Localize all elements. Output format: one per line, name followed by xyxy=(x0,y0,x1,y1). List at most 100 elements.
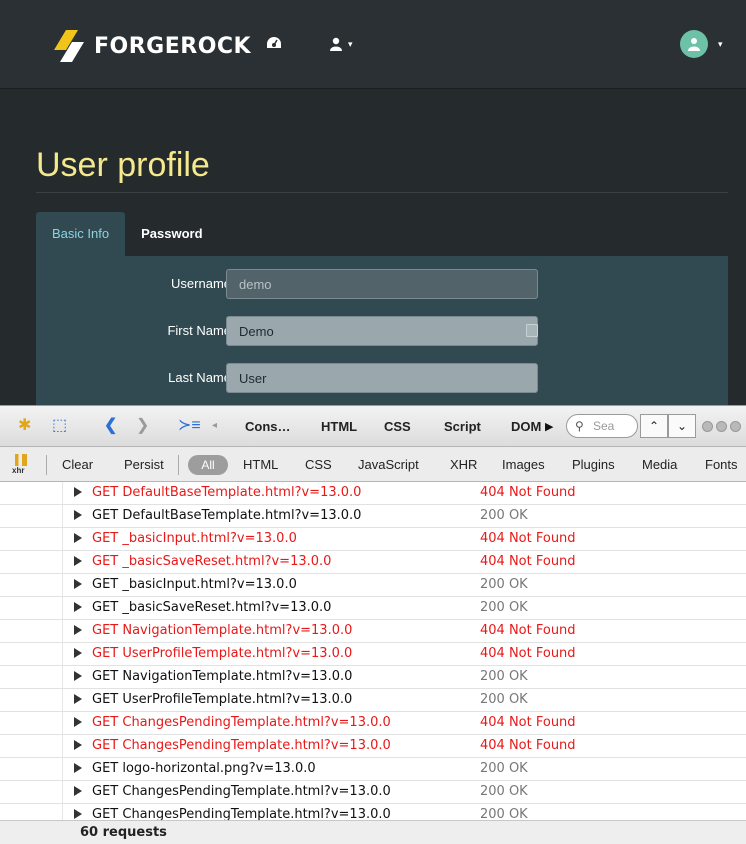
tab-script[interactable]: Script xyxy=(444,419,481,434)
forgerock-logo-icon xyxy=(54,30,84,62)
last-name-row: Last Name xyxy=(36,363,728,393)
request-url: GET ChangesPendingTemplate.html?v=13.0.0 xyxy=(92,738,391,753)
net-request-row[interactable]: GET UserProfileTemplate.html?v=13.0.0 404… xyxy=(0,643,746,666)
search-placeholder: Sea xyxy=(593,419,615,433)
request-url: GET UserProfileTemplate.html?v=13.0.0 xyxy=(92,692,353,707)
forgerock-app: FORGEROCK ▾ ▾ User profile Basic Info Pa… xyxy=(0,0,746,405)
chevron-down-icon: ▾ xyxy=(718,38,723,49)
filter-javascript[interactable]: JavaScript xyxy=(358,457,419,472)
request-status: 200 OK xyxy=(480,784,528,799)
net-request-row[interactable]: GET ChangesPendingTemplate.html?v=13.0.0… xyxy=(0,781,746,804)
expand-arrow-icon[interactable] xyxy=(74,579,82,589)
tabs-overflow-icon[interactable]: ▶ xyxy=(545,419,553,435)
expand-arrow-icon[interactable] xyxy=(74,556,82,566)
request-url: GET ChangesPendingTemplate.html?v=13.0.0 xyxy=(92,715,391,730)
expand-arrow-icon[interactable] xyxy=(74,625,82,635)
forward-arrow-icon[interactable]: ❯ xyxy=(136,418,149,434)
search-input[interactable]: ⚲ Sea xyxy=(566,414,638,438)
search-next-button[interactable]: ⌄ xyxy=(668,414,696,438)
expand-arrow-icon[interactable] xyxy=(74,809,82,819)
tab-console[interactable]: Cons… xyxy=(245,419,291,434)
dashboard-icon[interactable] xyxy=(266,36,282,53)
expand-arrow-icon[interactable] xyxy=(74,671,82,681)
detach-icon[interactable] xyxy=(716,421,727,432)
net-request-row[interactable]: GET DefaultBaseTemplate.html?v=13.0.0 200… xyxy=(0,505,746,528)
autofill-contact-icon[interactable] xyxy=(526,324,538,337)
request-status: 404 Not Found xyxy=(480,531,576,546)
tab-html[interactable]: HTML xyxy=(321,419,357,434)
user-menu-button[interactable]: ▾ xyxy=(330,36,353,52)
net-request-row[interactable]: GET ChangesPendingTemplate.html?v=13.0.0… xyxy=(0,712,746,735)
expand-arrow-icon[interactable] xyxy=(74,648,82,658)
net-filter-bar: xhr Clear Persist All HTML CSS JavaScrip… xyxy=(0,447,746,482)
request-url: GET logo-horizontal.png?v=13.0.0 xyxy=(92,761,316,776)
logo-text: FORGEROCK xyxy=(94,33,252,59)
expand-arrow-icon[interactable] xyxy=(74,602,82,612)
filter-media[interactable]: Media xyxy=(642,457,677,472)
tab-password[interactable]: Password xyxy=(125,212,218,256)
search-icon: ⚲ xyxy=(575,419,584,433)
request-status: 200 OK xyxy=(480,692,528,707)
command-line-icon[interactable]: ≻≡ xyxy=(178,418,201,434)
firebug-toolbar: ✱ ⬚ ❮ ❯ ≻≡ ◂ Cons… HTML CSS Script DOM ▶… xyxy=(0,405,746,447)
net-request-row[interactable]: GET DefaultBaseTemplate.html?v=13.0.0 404… xyxy=(0,482,746,505)
net-request-row[interactable]: GET UserProfileTemplate.html?v=13.0.0 200… xyxy=(0,689,746,712)
first-name-row: First Name xyxy=(36,316,728,346)
request-status: 404 Not Found xyxy=(480,738,576,753)
net-request-row[interactable]: GET _basicInput.html?v=13.0.0 200 OK xyxy=(0,574,746,597)
request-url: GET _basicSaveReset.html?v=13.0.0 xyxy=(92,554,332,569)
net-request-row[interactable]: GET NavigationTemplate.html?v=13.0.0 404 … xyxy=(0,620,746,643)
expand-arrow-icon[interactable] xyxy=(74,487,82,497)
expand-arrow-icon[interactable] xyxy=(74,694,82,704)
expand-arrow-icon[interactable] xyxy=(74,533,82,543)
net-request-row[interactable]: GET NavigationTemplate.html?v=13.0.0 200 … xyxy=(0,666,746,689)
inspect-element-icon[interactable]: ⬚ xyxy=(52,418,67,434)
tabs-scroll-left-icon[interactable]: ◂ xyxy=(212,418,217,434)
search-prev-button[interactable]: ⌃ xyxy=(640,414,668,438)
first-name-field[interactable] xyxy=(226,316,538,346)
expand-arrow-icon[interactable] xyxy=(74,717,82,727)
firebug-icon[interactable]: ✱ xyxy=(18,418,31,434)
forgerock-logo[interactable]: FORGEROCK xyxy=(52,26,251,66)
request-status: 404 Not Found xyxy=(480,623,576,638)
last-name-field[interactable] xyxy=(226,363,538,393)
net-request-row[interactable]: GET _basicInput.html?v=13.0.0 404 Not Fou… xyxy=(0,528,746,551)
filter-fonts[interactable]: Fonts xyxy=(705,457,738,472)
request-count: 60 requests xyxy=(80,825,167,840)
request-url: GET DefaultBaseTemplate.html?v=13.0.0 xyxy=(92,508,362,523)
filter-css[interactable]: CSS xyxy=(305,457,332,472)
account-menu-button[interactable]: ▾ xyxy=(680,30,723,58)
tab-basic-info[interactable]: Basic Info xyxy=(36,212,126,256)
net-summary-footer: 60 requests xyxy=(0,820,746,844)
request-status: 200 OK xyxy=(480,577,528,592)
filter-xhr[interactable]: XHR xyxy=(450,457,477,472)
tab-css[interactable]: CSS xyxy=(384,419,411,434)
user-icon xyxy=(330,37,342,51)
persist-button[interactable]: Persist xyxy=(124,457,164,472)
expand-arrow-icon[interactable] xyxy=(74,740,82,750)
expand-arrow-icon[interactable] xyxy=(74,786,82,796)
request-status: 404 Not Found xyxy=(480,485,576,500)
net-request-row[interactable]: GET ChangesPendingTemplate.html?v=13.0.0… xyxy=(0,735,746,758)
expand-arrow-icon[interactable] xyxy=(74,763,82,773)
avatar-icon xyxy=(680,30,708,58)
close-icon[interactable] xyxy=(730,421,741,432)
net-request-row[interactable]: GET _basicSaveReset.html?v=13.0.0 404 Not… xyxy=(0,551,746,574)
filter-html[interactable]: HTML xyxy=(243,457,278,472)
title-divider xyxy=(36,192,728,193)
expand-arrow-icon[interactable] xyxy=(74,510,82,520)
request-url: GET _basicSaveReset.html?v=13.0.0 xyxy=(92,600,332,615)
username-field[interactable] xyxy=(226,269,538,299)
page-title: User profile xyxy=(36,146,210,184)
clear-button[interactable]: Clear xyxy=(62,457,93,472)
net-request-row[interactable]: GET logo-horizontal.png?v=13.0.0 200 OK xyxy=(0,758,746,781)
net-request-row[interactable]: GET _basicSaveReset.html?v=13.0.0 200 OK xyxy=(0,597,746,620)
filter-images[interactable]: Images xyxy=(502,457,545,472)
request-url: GET ChangesPendingTemplate.html?v=13.0.0 xyxy=(92,784,391,799)
back-arrow-icon[interactable]: ❮ xyxy=(104,418,117,434)
filter-all[interactable]: All xyxy=(188,455,228,475)
filter-plugins[interactable]: Plugins xyxy=(572,457,615,472)
xhr-icon[interactable]: xhr xyxy=(12,454,32,476)
minimize-icon[interactable] xyxy=(702,421,713,432)
tab-dom[interactable]: DOM xyxy=(511,419,541,434)
